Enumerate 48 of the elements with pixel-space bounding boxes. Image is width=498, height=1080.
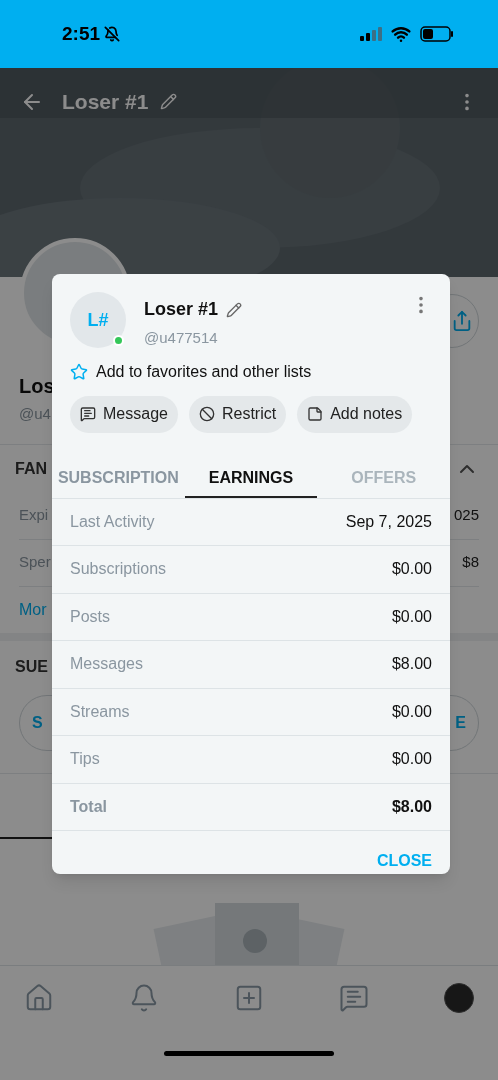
tab[interactable]: EARNINGS	[184, 460, 318, 498]
muted-bell-icon	[104, 26, 121, 42]
avatar-initials: L#	[87, 308, 109, 332]
earnings-label: Messages	[70, 654, 143, 675]
section-heading: SUE	[15, 656, 48, 677]
action-button[interactable]: Restrict	[188, 395, 287, 433]
note-icon	[307, 406, 324, 422]
button-text: E	[455, 712, 466, 733]
earnings-value: $0.00	[391, 606, 432, 627]
info-label: Sper	[19, 552, 51, 573]
earnings-value: $8.00	[391, 654, 432, 675]
earnings-label: Streams	[70, 701, 130, 722]
info-label: Expi	[19, 505, 49, 526]
button-text: S	[32, 712, 43, 733]
info-value: 025	[453, 505, 479, 526]
earnings-label: Total	[70, 796, 108, 817]
clock: 2:51	[62, 21, 101, 46]
action-button[interactable]: Add notes	[297, 395, 413, 433]
signal-icon	[360, 27, 382, 41]
info-value: $8	[462, 552, 479, 573]
header-title: Loser #1	[62, 89, 149, 115]
notifications-icon[interactable]	[129, 983, 159, 1013]
user-handle: @u477514	[144, 328, 219, 348]
user-name: Loser #1	[144, 298, 219, 321]
edit-icon[interactable]	[226, 301, 243, 318]
restrict-icon	[198, 406, 215, 422]
earnings-label: Subscriptions	[70, 559, 167, 580]
star-icon[interactable]	[70, 362, 88, 381]
earnings-label: Tips	[70, 749, 100, 770]
action-button[interactable]: Message	[70, 395, 178, 433]
profile-avatar[interactable]	[444, 983, 474, 1013]
earnings-label: Posts	[70, 606, 110, 627]
home-icon[interactable]	[24, 983, 54, 1013]
earnings-label: Last Activity	[70, 511, 155, 532]
profile-handle: @u4	[19, 404, 51, 424]
add-icon[interactable]	[234, 983, 264, 1013]
chat-icon[interactable]	[339, 983, 369, 1013]
earnings-value: Sep 7, 2025	[345, 511, 432, 532]
favorites-link[interactable]: Add to favorites and other lists	[96, 359, 312, 384]
share-icon	[451, 310, 473, 332]
battery-icon	[420, 26, 454, 42]
earnings-value: $0.00	[391, 559, 432, 580]
wifi-icon	[390, 24, 412, 44]
earnings-value: $0.00	[391, 701, 432, 722]
section-heading: FAN	[15, 458, 47, 479]
earnings-value: $8.00	[391, 796, 432, 817]
message-icon	[80, 406, 96, 422]
earnings-value: $0.00	[391, 749, 432, 770]
